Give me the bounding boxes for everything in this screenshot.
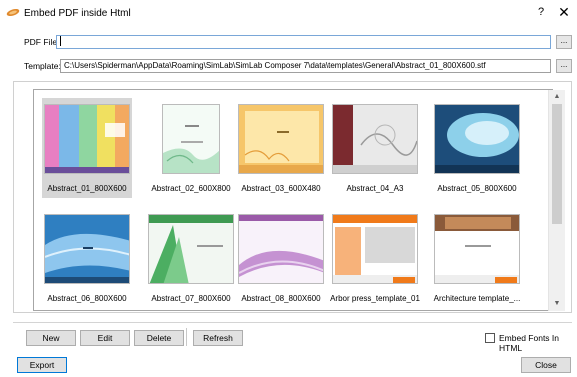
template-tile[interactable]: Abstract_03_600X480 <box>236 98 326 198</box>
template-tile[interactable]: Abstract_06_800X600 <box>42 208 132 308</box>
template-thumbnail <box>44 104 130 174</box>
scroll-down-arrow-icon[interactable]: ▼ <box>549 297 565 311</box>
template-name: Abstract_01_800X600 <box>47 184 127 193</box>
template-name: Abstract_04_A3 <box>346 184 404 193</box>
scroll-up-arrow-icon[interactable]: ▲ <box>549 90 565 104</box>
template-thumbnail <box>238 214 324 284</box>
template-tile[interactable]: Abstract_04_A3 <box>330 98 420 198</box>
pdf-file-label: PDF File: <box>24 37 60 47</box>
template-browse-button[interactable]: ... <box>556 59 572 73</box>
title-bar: Embed PDF inside Html ? ✕ <box>0 0 577 26</box>
refresh-button[interactable]: Refresh <box>193 330 243 346</box>
template-thumbnail <box>434 104 520 174</box>
template-name: Abstract_05_800X600 <box>437 184 517 193</box>
app-icon <box>6 9 20 16</box>
pdf-file-input[interactable] <box>56 35 551 49</box>
template-path-input[interactable]: C:\Users\Spiderman\AppData\Roaming\SimLa… <box>60 59 551 73</box>
template-name: Abstract_08_800X600 <box>241 294 321 303</box>
embed-fonts-label: Embed Fonts In HTML <box>499 333 560 353</box>
template-thumbnail <box>434 214 520 284</box>
template-name: Abstract_07_800X600 <box>151 294 231 303</box>
template-tile[interactable]: Abstract_07_800X600 <box>146 208 236 308</box>
window-title: Embed PDF inside Html <box>24 8 131 19</box>
template-gallery[interactable]: Abstract_01_800X600 Abstract_02_600X800 <box>33 89 553 311</box>
template-label: Template: <box>24 61 61 71</box>
toolbar-separator <box>186 328 187 346</box>
template-path-value: C:\Users\Spiderman\AppData\Roaming\SimLa… <box>64 61 486 70</box>
template-name: Abstract_06_800X600 <box>47 294 127 303</box>
template-tile[interactable]: Architecture template_... <box>432 208 522 308</box>
template-tile[interactable]: Abstract_05_800X600 <box>432 98 522 198</box>
edit-button[interactable]: Edit <box>80 330 130 346</box>
scrollbar-thumb[interactable] <box>552 104 562 224</box>
close-button[interactable]: Close <box>521 357 571 373</box>
template-tile[interactable]: Abstract_02_600X800 <box>146 98 236 198</box>
template-name: Arbor press_template_01 <box>330 294 420 303</box>
template-name: Abstract_03_600X480 <box>241 184 321 193</box>
gallery-scrollbar[interactable]: ▲ ▼ <box>548 90 565 311</box>
template-thumbnail <box>332 104 418 174</box>
template-thumbnail <box>162 104 220 174</box>
delete-button[interactable]: Delete <box>134 330 184 346</box>
template-tile[interactable]: Abstract_08_800X600 <box>236 208 326 308</box>
template-thumbnail <box>148 214 234 284</box>
divider <box>13 322 572 323</box>
template-name: Architecture template_... <box>433 294 521 303</box>
template-thumbnail <box>332 214 418 284</box>
template-thumbnail <box>238 104 324 174</box>
help-button[interactable]: ? <box>535 6 547 18</box>
template-tile[interactable]: Arbor press_template_01 <box>330 208 420 308</box>
text-caret <box>60 36 61 47</box>
template-name: Abstract_02_600X800 <box>151 184 231 193</box>
close-window-button[interactable]: ✕ <box>557 4 571 21</box>
template-thumbnail <box>44 214 130 284</box>
template-tile[interactable]: Abstract_01_800X600 <box>42 98 132 198</box>
new-button[interactable]: New <box>26 330 76 346</box>
pdf-browse-button[interactable]: ... <box>556 35 572 49</box>
export-button[interactable]: Export <box>17 357 67 373</box>
embed-fonts-checkbox[interactable] <box>485 333 495 343</box>
